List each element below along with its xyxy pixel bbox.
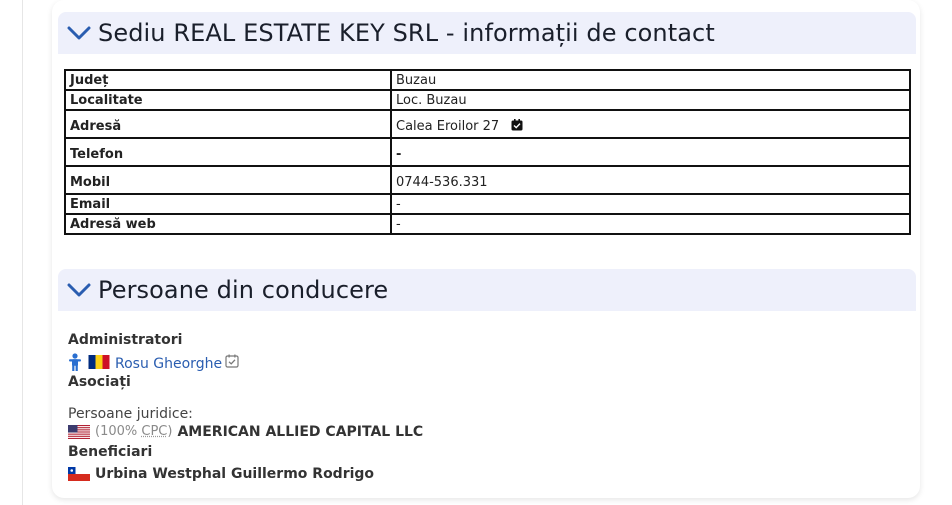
table-row: Localitate Loc. Buzau [64, 89, 911, 111]
row-label: Adresă web [64, 213, 392, 235]
row-value: - [390, 193, 911, 215]
contact-section-title: Sediu REAL ESTATE KEY SRL - informații d… [98, 19, 715, 47]
contact-table: Județ Buzau Localitate Loc. Buzau Adresă… [64, 69, 911, 235]
table-row: Adresă web - [64, 213, 911, 235]
beneficiary-name: Urbina Westphal Guillermo Rodrigo [95, 466, 375, 482]
verified-icon[interactable] [225, 354, 239, 368]
table-row: Mobil 0744-536.331 [64, 165, 911, 195]
administrators-label: Administratori [68, 332, 183, 348]
verified-icon[interactable] [511, 118, 523, 131]
table-row: Județ Buzau [64, 69, 911, 91]
row-label: Județ [64, 69, 392, 91]
chevron-down-icon[interactable] [66, 22, 92, 44]
row-label: Mobil [64, 165, 392, 195]
flag-usa-icon [68, 425, 90, 439]
table-row: Telefon - [64, 137, 911, 167]
table-row: Email - [64, 193, 911, 215]
legal-person-row: (100% CPC) AMERICAN ALLIED CAPITAL LLC [68, 422, 908, 442]
row-value: 0744-536.331 [390, 165, 911, 195]
associates-label: Asociați [68, 374, 131, 390]
row-label: Email [64, 193, 392, 215]
row-value-address: Calea Eroilor 27 [390, 109, 911, 139]
legal-persons-label: Persoane juridice: [68, 406, 193, 422]
management-list: Administratori Rosu Gheorghe Asociați Pe… [68, 330, 908, 484]
administrator-link[interactable]: Rosu Gheorghe [115, 354, 222, 374]
share-abbr[interactable]: CPC [141, 424, 167, 439]
administrator-row: Rosu Gheorghe [68, 350, 908, 374]
management-section-title: Persoane din conducere [98, 276, 389, 304]
flag-chile-icon [68, 467, 90, 481]
contact-section-header[interactable]: Sediu REAL ESTATE KEY SRL - informații d… [58, 12, 916, 54]
management-section-header[interactable]: Persoane din conducere [58, 269, 916, 311]
row-value: - [390, 213, 911, 235]
row-value: Loc. Buzau [390, 89, 911, 111]
share-close: ) [167, 424, 173, 439]
row-label: Adresă [64, 109, 392, 139]
row-value: Buzau [390, 69, 911, 91]
beneficiary-row: Urbina Westphal Guillermo Rodrigo [68, 464, 908, 484]
legal-person-name: AMERICAN ALLIED CAPITAL LLC [177, 424, 424, 440]
address-text: Calea Eroilor 27 [396, 118, 500, 134]
row-label: Telefon [64, 137, 392, 167]
chevron-down-icon[interactable] [66, 279, 92, 301]
row-value: - [390, 137, 911, 167]
share-open: (100% [95, 424, 142, 439]
flag-romania-icon [88, 355, 110, 369]
left-rule [22, 0, 23, 505]
person-icon [68, 353, 82, 371]
beneficiaries-label: Beneficiari [68, 444, 153, 460]
row-label: Localitate [64, 89, 392, 111]
table-row: Adresă Calea Eroilor 27 [64, 109, 911, 139]
